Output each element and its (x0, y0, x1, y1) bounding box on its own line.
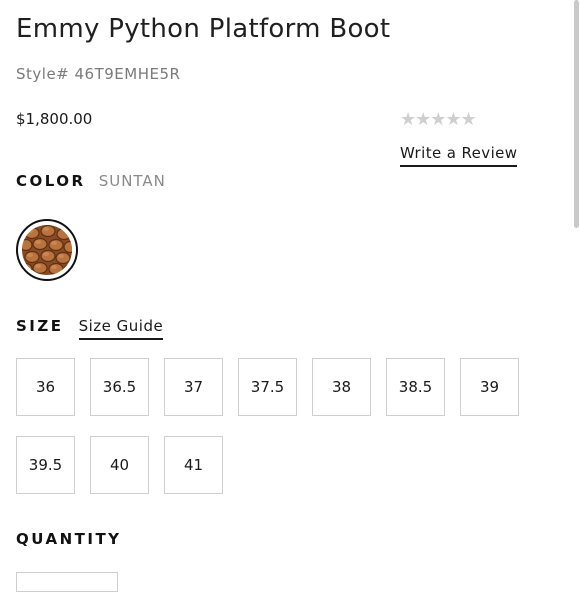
product-style-number: Style# 46T9EMHE5R (16, 65, 181, 83)
color-row: COLOR SUNTAN (16, 171, 166, 190)
size-option-37-5[interactable]: 37.5 (238, 358, 297, 416)
product-price: $1,800.00 (16, 110, 93, 128)
size-option-38[interactable]: 38 (312, 358, 371, 416)
selected-color-value: SUNTAN (98, 172, 166, 190)
size-label: SIZE (16, 317, 64, 335)
size-option-38-5[interactable]: 38.5 (386, 358, 445, 416)
color-swatch-suntan[interactable] (16, 219, 78, 281)
product-detail-page: Emmy Python Platform Boot Style# 46T9EMH… (0, 0, 580, 592)
size-option-39[interactable]: 39 (460, 358, 519, 416)
scrollbar[interactable] (574, 0, 579, 228)
rating-stars-icon: ★★★★★ (400, 109, 477, 130)
size-option-36[interactable]: 36 (16, 358, 75, 416)
product-title: Emmy Python Platform Boot (16, 14, 391, 44)
size-row: SIZE Size Guide (16, 316, 164, 340)
color-label: COLOR (16, 172, 86, 190)
size-option-37[interactable]: 37 (164, 358, 223, 416)
write-review-link[interactable]: Write a Review (400, 144, 518, 167)
size-option-36-5[interactable]: 36.5 (90, 358, 149, 416)
size-option-39-5[interactable]: 39.5 (16, 436, 75, 494)
size-option-40[interactable]: 40 (90, 436, 149, 494)
quantity-label: QUANTITY (16, 530, 122, 548)
quantity-stepper[interactable] (16, 572, 118, 592)
size-guide-link[interactable]: Size Guide (78, 317, 164, 340)
python-texture-swatch-icon (22, 225, 72, 275)
size-options: 36 36.5 37 37.5 38 38.5 39 39.5 40 41 (16, 358, 546, 494)
size-option-41[interactable]: 41 (164, 436, 223, 494)
